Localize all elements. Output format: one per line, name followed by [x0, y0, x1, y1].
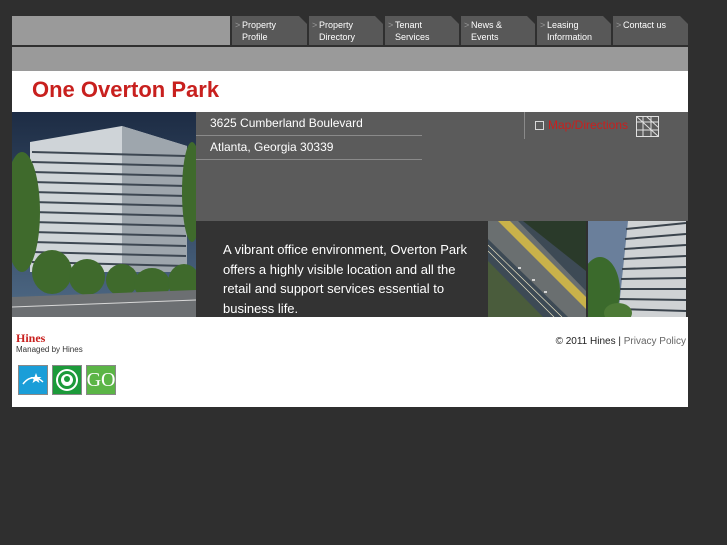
nav-arrow-icon: > [388, 20, 394, 30]
copyright-line: © 2011 Hines | Privacy Policy [556, 336, 686, 347]
nav-tab-label: Leasing Information [547, 20, 593, 42]
nav-arrow-icon: > [616, 20, 622, 30]
address-street: 3625 Cumberland Boulevard [196, 112, 422, 136]
page: > Property Profile > Property Directory … [0, 0, 727, 545]
go-badge[interactable]: GO [86, 365, 116, 395]
address-city: Atlanta, Georgia 30339 [196, 136, 422, 160]
copyright-text: © 2011 Hines | [555, 336, 621, 347]
nav-arrow-icon: > [312, 20, 318, 30]
nav-arrow-icon: > [540, 20, 546, 30]
map-icon[interactable] [636, 116, 659, 137]
description-panel: A vibrant office environment, Overton Pa… [196, 221, 488, 317]
map-directions-label: Map/Directions [548, 118, 629, 132]
sub-nav-band [12, 47, 688, 71]
tower-photo [588, 221, 686, 317]
map-directions-link[interactable]: Map/Directions [535, 118, 628, 132]
nav-tab-property-directory[interactable]: > Property Directory [309, 16, 383, 45]
nav-tab-leasing-information[interactable]: > Leasing Information [537, 16, 611, 45]
nav-tab-label: Property Profile [242, 20, 277, 42]
nav-tab-label: Property Directory [319, 20, 356, 42]
energy-star-icon[interactable] [18, 365, 48, 395]
hines-logo[interactable]: Hines [16, 331, 45, 346]
nav-tab-contact-us[interactable]: > Contact us [613, 16, 688, 45]
nav-tab-news-events[interactable]: > News & Events [461, 16, 535, 45]
nav-arrow-icon: > [464, 20, 470, 30]
nav-tab-tenant-services[interactable]: > Tenant Services [385, 16, 459, 45]
nav-tab-property-profile[interactable]: > Property Profile [232, 16, 307, 45]
nav-tab-label: News & Events [471, 20, 503, 42]
green-building-seal-icon[interactable] [52, 365, 82, 395]
privacy-policy-link[interactable]: Privacy Policy [624, 336, 686, 347]
property-description: A vibrant office environment, Overton Pa… [223, 242, 467, 316]
aerial-photo [488, 221, 586, 317]
map-divider [524, 112, 525, 139]
footer: Hines Managed by Hines GO © 2011 Hines |… [12, 317, 688, 407]
certification-badges: GO [18, 365, 116, 395]
managed-by-text: Managed by Hines [16, 345, 83, 354]
checkbox-icon [535, 120, 544, 130]
nav-arrow-icon: > [235, 20, 241, 30]
address-panel: 3625 Cumberland Boulevard Atlanta, Georg… [196, 112, 688, 221]
building-photo [12, 112, 196, 317]
nav-tab-label: Contact us [623, 20, 667, 30]
page-title: One Overton Park [32, 77, 220, 102]
title-band: One Overton Park [12, 71, 688, 112]
nav-tab-label: Tenant Services [395, 20, 430, 42]
top-bar-filler [12, 16, 230, 45]
